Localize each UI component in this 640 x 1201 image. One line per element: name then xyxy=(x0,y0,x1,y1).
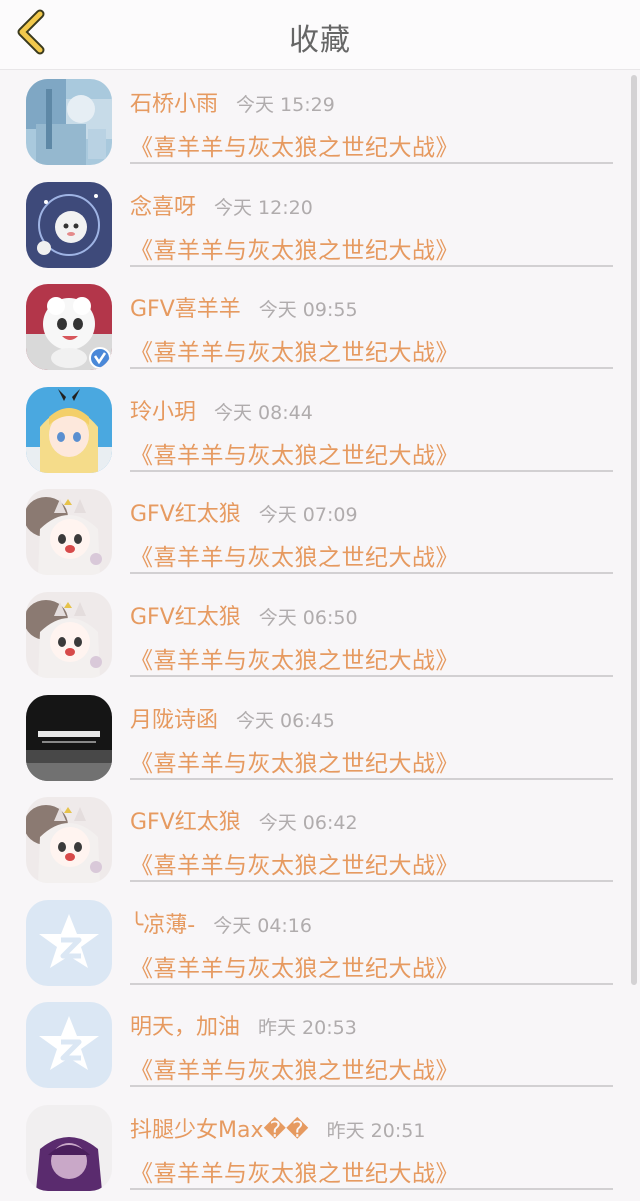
list-item[interactable]: ╰凉薄- 今天 04:16 《喜羊羊与灰太狼之世纪大战》 xyxy=(0,891,640,994)
user-name[interactable]: GFV红太狼 今天 06:50 xyxy=(130,599,358,631)
user-name-text[interactable]: 玲小玥 xyxy=(130,400,196,425)
list-item[interactable]: GFV红太狼 今天 06:50 《喜羊羊与灰太狼之世纪大战》 xyxy=(0,583,640,686)
timestamp: 今天 08:44 xyxy=(214,401,313,424)
timestamp: 昨天 20:53 xyxy=(258,1017,357,1040)
avatar[interactable] xyxy=(26,79,112,165)
list-item[interactable]: GFV红太狼 今天 07:09 《喜羊羊与灰太狼之世纪大战》 xyxy=(0,480,640,583)
header-bar: 收藏 xyxy=(0,0,640,70)
divider xyxy=(130,674,613,677)
list-item[interactable]: 月陇诗函 今天 06:45 《喜羊羊与灰太狼之世纪大战》 xyxy=(0,686,640,789)
scrollbar[interactable] xyxy=(631,75,637,985)
avatar[interactable] xyxy=(26,1002,112,1089)
video-title-link[interactable]: 《喜羊羊与灰太狼之世纪大战》 xyxy=(130,846,459,880)
user-name[interactable]: GFV喜羊羊 今天 09:55 xyxy=(130,291,358,323)
video-title-link[interactable]: 《喜羊羊与灰太狼之世纪大战》 xyxy=(130,333,459,367)
avatar[interactable] xyxy=(26,797,112,884)
timestamp: 今天 06:50 xyxy=(258,606,358,629)
divider xyxy=(130,572,613,575)
user-name[interactable]: 玲小玥 今天 08:44 xyxy=(130,394,313,426)
favorites-list[interactable]: 石桥小雨 今天 15:29 《喜羊羊与灰太狼之世纪大战》 念喜呀 今天 12:20 《喜… xyxy=(0,70,640,1201)
avatar[interactable] xyxy=(26,284,112,371)
divider xyxy=(130,777,613,780)
divider xyxy=(130,880,613,883)
user-name[interactable]: 石桥小雨 今天 15:29 xyxy=(130,86,335,118)
divider xyxy=(130,367,613,370)
list-item[interactable]: 石桥小雨 今天 15:29 《喜羊羊与灰太狼之世纪大战》 xyxy=(0,70,640,173)
timestamp: 今天 06:45 xyxy=(236,709,335,732)
timestamp: 今天 12:20 xyxy=(214,196,313,219)
user-name-text[interactable]: 抖腿少女Max�� xyxy=(130,1118,309,1143)
video-title-link[interactable]: 《喜羊羊与灰太狼之世纪大战》 xyxy=(130,436,459,470)
user-name-text[interactable]: 石桥小雨 xyxy=(130,92,218,117)
avatar[interactable] xyxy=(26,1104,112,1191)
video-title-link[interactable]: 《喜羊羊与灰太狼之世纪大战》 xyxy=(130,641,459,675)
divider xyxy=(130,162,613,164)
user-name-text[interactable]: 月陇诗函 xyxy=(130,708,218,733)
avatar[interactable] xyxy=(26,181,112,268)
timestamp: 今天 15:29 xyxy=(236,94,335,116)
user-name-text[interactable]: ╰凉薄- xyxy=(130,913,195,938)
avatar[interactable] xyxy=(26,591,112,678)
timestamp: 今天 07:09 xyxy=(258,504,358,527)
page-title: 收藏 xyxy=(289,23,351,58)
divider xyxy=(130,1187,613,1190)
timestamp: 今天 09:55 xyxy=(258,299,358,322)
user-name-text[interactable]: GFV红太狼 xyxy=(130,502,241,527)
timestamp: 今天 06:42 xyxy=(258,812,358,835)
user-name[interactable]: GFV红太狼 今天 06:42 xyxy=(130,804,358,836)
video-title-link[interactable]: 《喜羊羊与灰太狼之世纪大战》 xyxy=(130,231,459,265)
user-name-text[interactable]: 明天，加油 xyxy=(130,1015,240,1040)
video-title-link[interactable]: 《喜羊羊与灰太狼之世纪大战》 xyxy=(130,1051,459,1085)
user-name-text[interactable]: GFV红太狼 xyxy=(130,605,241,630)
user-name[interactable]: 明天，加油 昨天 20:53 xyxy=(130,1009,357,1041)
divider xyxy=(130,1085,613,1088)
video-title-link[interactable]: 《喜羊羊与灰太狼之世纪大战》 xyxy=(130,744,459,778)
divider xyxy=(130,982,613,985)
list-item[interactable]: GFV红太狼 今天 06:42 《喜羊羊与灰太狼之世纪大战》 xyxy=(0,788,640,891)
avatar[interactable] xyxy=(26,694,112,781)
timestamp: 昨天 20:51 xyxy=(326,1119,426,1142)
list-item[interactable]: 念喜呀 今天 12:20 《喜羊羊与灰太狼之世纪大战》 xyxy=(0,173,640,276)
divider xyxy=(130,469,613,472)
user-name[interactable]: GFV红太狼 今天 07:09 xyxy=(130,496,358,528)
divider xyxy=(130,264,613,267)
timestamp: 今天 04:16 xyxy=(213,914,312,937)
video-title-link[interactable]: 《喜羊羊与灰太狼之世纪大战》 xyxy=(130,949,459,983)
user-name[interactable]: 念喜呀 今天 12:20 xyxy=(130,189,313,221)
user-name[interactable]: ╰凉薄- 今天 04:16 xyxy=(130,907,312,939)
list-item[interactable]: 玲小玥 今天 08:44 《喜羊羊与灰太狼之世纪大战》 xyxy=(0,378,640,481)
avatar[interactable] xyxy=(26,899,112,986)
video-title-link[interactable]: 《喜羊羊与灰太狼之世纪大战》 xyxy=(130,538,459,572)
list-item[interactable]: 抖腿少女Max�� 昨天 20:51 《喜羊羊与灰太狼之世纪大战》 xyxy=(0,1096,640,1199)
video-title-link[interactable]: 《喜羊羊与灰太狼之世纪大战》 xyxy=(130,128,459,162)
user-name-text[interactable]: GFV红太狼 xyxy=(130,810,241,835)
list-item[interactable]: 明天，加油 昨天 20:53 《喜羊羊与灰太狼之世纪大战》 xyxy=(0,993,640,1096)
avatar[interactable] xyxy=(26,489,112,576)
user-name-text[interactable]: GFV喜羊羊 xyxy=(130,297,241,322)
user-name[interactable]: 月陇诗函 今天 06:45 xyxy=(130,702,335,734)
user-name-text[interactable]: 念喜呀 xyxy=(130,195,196,220)
video-title-link[interactable]: 《喜羊羊与灰太狼之世纪大战》 xyxy=(130,1154,459,1188)
list-item[interactable]: GFV喜羊羊 今天 09:55 《喜羊羊与灰太狼之世纪大战》 xyxy=(0,275,640,378)
avatar[interactable] xyxy=(26,386,112,473)
user-name[interactable]: 抖腿少女Max�� 昨天 20:51 xyxy=(130,1112,425,1144)
